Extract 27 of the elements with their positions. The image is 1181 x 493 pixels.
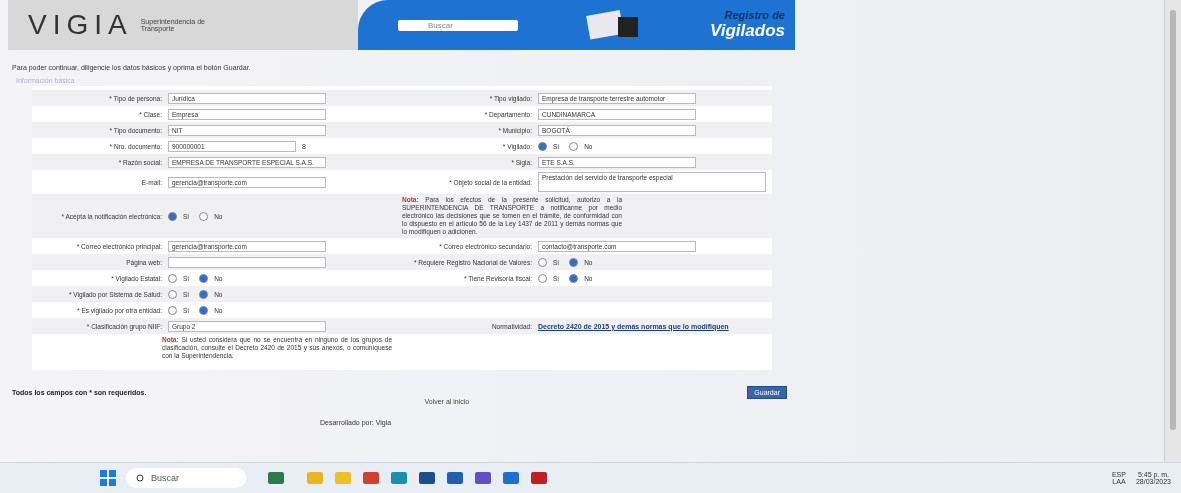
- radio-button[interactable]: [168, 305, 177, 315]
- radio-button[interactable]: [168, 273, 177, 283]
- header-search-field[interactable]: Buscar: [398, 19, 518, 31]
- radio-button[interactable]: [538, 273, 547, 283]
- radio-button[interactable]: [199, 305, 209, 315]
- windows-icon[interactable]: [100, 470, 116, 486]
- app-icon[interactable]: [474, 470, 492, 486]
- radio-button[interactable]: [569, 141, 579, 151]
- header-title: Vigilados: [710, 21, 785, 41]
- logo-text: VIGIA: [28, 9, 133, 41]
- radio-button[interactable]: [538, 141, 547, 151]
- header-title: Registro de: [723, 9, 785, 21]
- app-icon[interactable]: [502, 470, 520, 486]
- radio-button[interactable]: [538, 257, 547, 267]
- search-icon: [136, 473, 145, 483]
- radio-button[interactable]: [199, 289, 209, 299]
- app-icon[interactable]: [418, 470, 436, 486]
- radio-button[interactable]: [168, 211, 177, 221]
- scrollbar[interactable]: [1164, 0, 1181, 462]
- radio-button[interactable]: [199, 273, 209, 283]
- radio-button[interactable]: [168, 289, 177, 299]
- input-field[interactable]: [168, 256, 326, 268]
- app-icon[interactable]: [390, 470, 408, 486]
- radio-button[interactable]: [569, 257, 579, 267]
- radio-button[interactable]: [199, 211, 209, 221]
- taskbar-search-field[interactable]: Buscar: [126, 468, 246, 488]
- radio-button[interactable]: [569, 273, 579, 283]
